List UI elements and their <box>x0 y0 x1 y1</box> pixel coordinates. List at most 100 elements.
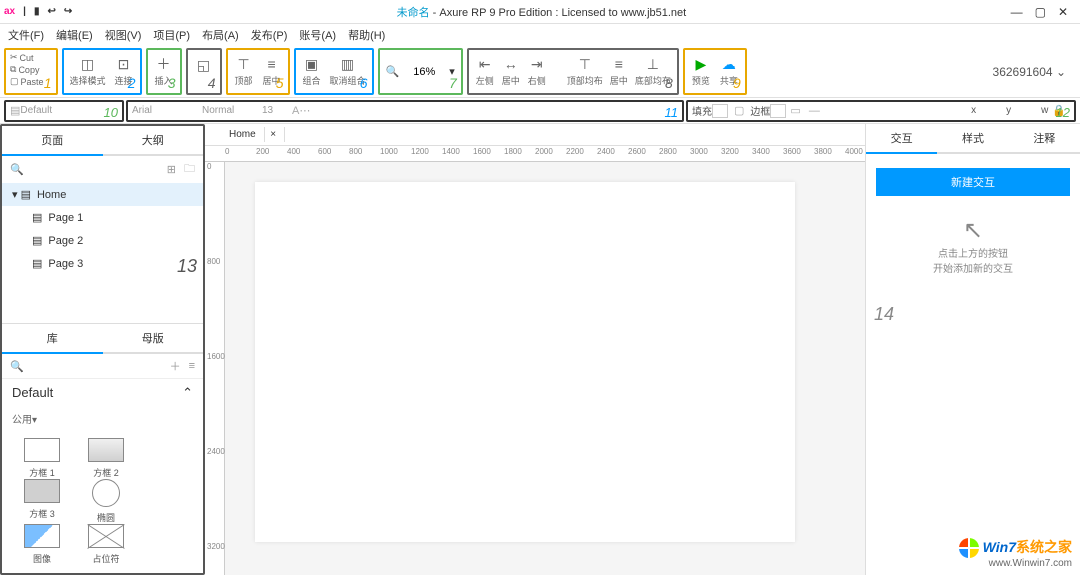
color-icon[interactable]: A <box>292 105 299 117</box>
annotation-6: 6 <box>360 75 368 91</box>
titlebar: ax | ▮ ↩ ↪ 未命名 - Axure RP 9 Pro Edition … <box>0 0 1080 24</box>
menu-edit[interactable]: 编辑(E) <box>52 25 97 45</box>
fill-label: 填充 <box>692 103 712 118</box>
cut-button[interactable]: ✂ Cut <box>10 52 34 63</box>
annotation-14: 14 <box>874 304 894 325</box>
menu-view[interactable]: 视图(V) <box>101 25 146 45</box>
maximize-icon[interactable]: ▢ <box>1035 5 1046 19</box>
ruler-horizontal: 0200400600800100012001400160018002000220… <box>205 146 865 162</box>
shape-rect2[interactable]: 方框 2 <box>74 438 138 479</box>
fill-type-icon[interactable]: ▢ <box>734 104 744 117</box>
group-zoom: 🔍 ▾ 7 <box>378 48 463 95</box>
tab-outline[interactable]: 大纲 <box>103 126 204 154</box>
save-icon[interactable]: ▮ <box>34 6 40 17</box>
group-font: A ⋯ 11 <box>126 100 684 122</box>
page-sheet[interactable] <box>255 182 795 542</box>
preview-button[interactable]: ▶预览 <box>691 56 711 87</box>
border-width-icon[interactable]: ▭ <box>790 104 800 117</box>
menu-account[interactable]: 账号(A) <box>295 25 340 45</box>
tree-node-page2[interactable]: ▤ Page 2 <box>2 229 203 252</box>
align-left-button[interactable]: ⇤左侧 <box>475 56 495 87</box>
tab-masters[interactable]: 母版 <box>103 324 204 352</box>
size-input[interactable] <box>262 105 292 116</box>
annotation-5: 5 <box>276 75 284 91</box>
shape-circle[interactable]: 椭圆 <box>74 479 138 524</box>
tab-library[interactable]: 库 <box>2 324 103 354</box>
x-label: x <box>971 105 976 116</box>
tab-interactions[interactable]: 交互 <box>866 124 937 154</box>
right-tabs: 交互 样式 注释 <box>866 124 1080 154</box>
menu-publish[interactable]: 发布(P) <box>247 25 292 45</box>
tab-pages[interactable]: 页面 <box>2 126 103 156</box>
canvas-tab-home[interactable]: Home × <box>213 127 285 142</box>
tree-node-page3[interactable]: ▤ Page 3 <box>2 252 203 275</box>
group-fill-pos: 填充 ▢ 边框 ▭ — x y w 🔒 12 <box>686 100 1076 122</box>
shape-image[interactable]: 图像 <box>10 524 74 565</box>
tree-node-page1[interactable]: ▤ Page 1 <box>2 206 203 229</box>
shape-grid: 方框 1 方框 2 方框 3 椭圆 图像 占位符 <box>2 430 203 573</box>
align-center-button[interactable]: ↔居中 <box>501 56 521 87</box>
shape-rect1[interactable]: 方框 1 <box>10 438 74 479</box>
menu-file[interactable]: 文件(F) <box>4 25 48 45</box>
tree-node-home[interactable]: ▾ ▤ Home <box>2 183 203 206</box>
style-icon: ▤ <box>10 104 20 117</box>
menu-icon[interactable]: ≡ <box>189 360 195 372</box>
shape-rect3[interactable]: 方框 3 <box>10 479 74 524</box>
watermark: Win7系统之家 www.Winwin7.com <box>959 537 1072 569</box>
canvas-tabbar: Home × <box>205 124 865 146</box>
menu-project[interactable]: 项目(P) <box>149 25 194 45</box>
font-select[interactable] <box>132 105 202 116</box>
tab-style[interactable]: 样式 <box>937 124 1008 152</box>
zoom-input[interactable] <box>405 66 443 78</box>
align-right-button[interactable]: ⇥右侧 <box>527 56 547 87</box>
annotation-10: 10 <box>104 105 118 120</box>
tab-notes[interactable]: 注释 <box>1009 124 1080 152</box>
style-select[interactable] <box>20 105 80 116</box>
menu-help[interactable]: 帮助(H) <box>344 25 389 45</box>
group-button[interactable]: ▣组合 <box>302 56 322 87</box>
border-style-icon[interactable]: — <box>809 105 820 117</box>
library-name[interactable]: Default⌃ <box>2 379 203 407</box>
undo-icon[interactable]: ↩ <box>47 6 55 17</box>
paste-button[interactable]: ▢ Paste <box>10 76 44 87</box>
canvas-viewport: 0800160024003200 <box>205 162 865 575</box>
add-icon[interactable]: ＋ <box>170 358 181 374</box>
new-interaction-button[interactable]: 新建交互 <box>876 168 1070 196</box>
close-icon[interactable]: ✕ <box>1058 5 1068 19</box>
copy-button[interactable]: ⧉ Copy <box>10 64 39 75</box>
minimize-icon[interactable]: — <box>1011 5 1023 19</box>
fill-colorwell[interactable] <box>712 104 728 118</box>
weight-select[interactable] <box>202 105 262 116</box>
more-icon[interactable]: ⋯ <box>299 104 310 117</box>
dist-mid-button[interactable]: ≡居中 <box>609 56 629 87</box>
pages-search-row: 🔍 ⊞ 🗀 <box>2 156 203 183</box>
annotation-13: 13 <box>177 256 197 277</box>
group-insert: ＋插入 3 <box>146 48 182 95</box>
menubar: 文件(F) 编辑(E) 视图(V) 项目(P) 布局(A) 发布(P) 账号(A… <box>0 24 1080 46</box>
right-panel: 14 交互 样式 注释 新建交互 ↖ 点击上方的按钮 开始添加新的交互 <box>865 124 1080 575</box>
dist-top-button[interactable]: ⊤顶部均布 <box>567 56 603 87</box>
add-page-icon[interactable]: ⊞ <box>167 163 176 176</box>
select-mode-button[interactable]: ◫选择模式 <box>70 56 106 87</box>
shape-placeholder[interactable]: 占位符 <box>74 524 138 565</box>
align-top-button[interactable]: ⊤顶部 <box>234 56 254 87</box>
group-select: ◫选择模式 ⊡连接 2 <box>62 48 142 95</box>
chevron-icon: ⌃ <box>182 385 193 401</box>
account-button[interactable]: 362691604 ⌄ <box>983 48 1076 95</box>
annotation-3: 3 <box>168 75 176 91</box>
search-icon[interactable]: 🔍 <box>10 360 24 373</box>
stylebar: ▤ 10 A ⋯ 11 填充 ▢ 边框 ▭ — x y w 🔒 12 <box>0 98 1080 124</box>
search-icon[interactable]: 🔍 <box>10 163 24 176</box>
w-label: w <box>1041 105 1048 116</box>
cursor-icon: ↖ <box>866 216 1080 245</box>
library-category[interactable]: 公用▾ <box>2 407 203 430</box>
group-style-name: ▤ 10 <box>4 100 124 122</box>
redo-icon[interactable]: ↪ <box>64 6 72 17</box>
annotation-4: 4 <box>208 75 216 91</box>
border-colorwell[interactable] <box>770 104 786 118</box>
add-folder-icon[interactable]: 🗀 <box>184 160 195 179</box>
search-icon: 🔍 <box>386 65 400 78</box>
window-title: 未命名 - Axure RP 9 Pro Edition : Licensed … <box>72 4 1010 20</box>
menu-layout[interactable]: 布局(A) <box>198 25 243 45</box>
canvas-page-area[interactable] <box>225 162 865 575</box>
